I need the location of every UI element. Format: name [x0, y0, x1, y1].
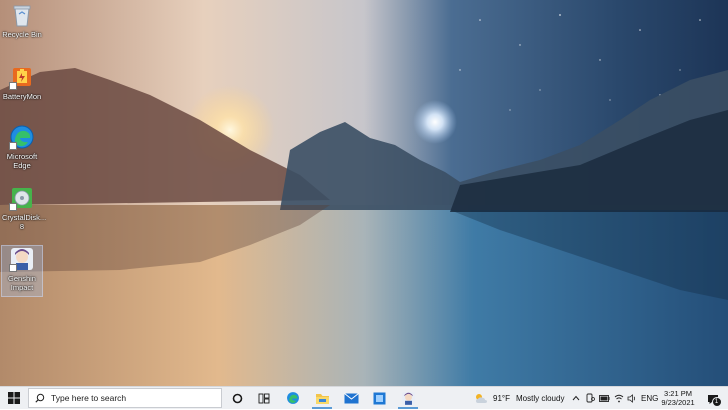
weather-temperature: 91°F [493, 393, 510, 403]
desktop-icon-recycle-bin[interactable]: Recycle Bin [2, 2, 42, 39]
language-indicator[interactable]: ENG [641, 394, 658, 403]
edge-icon [9, 124, 35, 150]
desktop-icon-label: CrystalDisk... 8 [2, 213, 47, 231]
shortcut-arrow-icon [9, 142, 17, 150]
volume-button[interactable] [625, 387, 638, 409]
shortcut-arrow-icon [9, 264, 17, 272]
recycle-bin-icon [9, 2, 35, 28]
device-icon [586, 393, 595, 403]
clock-time: 3:21 PM [664, 389, 692, 398]
search-icon [35, 393, 45, 403]
show-hidden-icons-button[interactable] [570, 387, 582, 409]
genshin-icon [401, 391, 415, 405]
notification-center-button[interactable]: 1 [701, 387, 726, 409]
notification-badge: 1 [711, 396, 722, 407]
weather-widget[interactable]: 91°F Mostly cloudy [474, 387, 566, 409]
taskbar-edge[interactable] [281, 387, 305, 409]
cortana-button[interactable] [226, 387, 248, 409]
edge-icon [287, 392, 299, 404]
battery-button[interactable] [598, 387, 611, 409]
taskbar-app[interactable] [367, 387, 391, 409]
taskbar: Type here to search 91°F Mostly cloudy E… [0, 386, 728, 409]
desktop: Recycle Bin BatteryMon Microsoft Edge Cr… [0, 0, 728, 386]
chevron-up-icon [572, 395, 580, 401]
shortcut-arrow-icon [9, 203, 17, 211]
mail-icon [343, 392, 359, 403]
taskbar-file-explorer[interactable] [309, 387, 335, 409]
desktop-icon-label: Genshin Impact [8, 274, 36, 292]
desktop-icon-genshin[interactable]: Genshin Impact [1, 245, 43, 297]
task-view-icon [258, 393, 270, 403]
file-explorer-icon [315, 393, 329, 404]
notification-icon: 1 [707, 392, 722, 407]
task-view-button[interactable] [253, 387, 275, 409]
cortana-icon [232, 393, 242, 403]
desktop-icon-batterymon[interactable]: BatteryMon [2, 64, 42, 101]
weather-description: Mostly cloudy [515, 393, 565, 403]
search-box[interactable]: Type here to search [28, 388, 222, 408]
battery-icon [599, 394, 610, 402]
start-button[interactable] [0, 387, 28, 409]
wifi-icon [614, 394, 623, 402]
crystaldisk-icon [9, 185, 35, 211]
batterymon-icon [9, 64, 35, 90]
desktop-icon-label: Recycle Bin [2, 30, 42, 39]
desktop-icon-label: Microsoft Edge [6, 152, 38, 170]
partly-cloudy-icon [476, 393, 487, 403]
windows-logo-icon [8, 392, 20, 404]
genshin-icon [9, 246, 35, 272]
tray-device-button[interactable] [584, 387, 596, 409]
shortcut-arrow-icon [9, 82, 17, 90]
taskbar-mail[interactable] [339, 387, 363, 409]
clock-date: 9/23/2021 [661, 398, 695, 407]
network-button[interactable] [612, 387, 625, 409]
taskbar-genshin[interactable] [395, 387, 421, 409]
desktop-icon-edge[interactable]: Microsoft Edge [2, 124, 42, 170]
wallpaper [0, 0, 728, 386]
desktop-icon-label: BatteryMon [2, 92, 42, 101]
app-icon [373, 392, 385, 404]
clock[interactable]: 3:21 PM 9/23/2021 [658, 387, 698, 409]
speaker-icon [627, 393, 635, 403]
desktop-icon-crystaldisk[interactable]: CrystalDisk... 8 [2, 185, 47, 231]
search-placeholder: Type here to search [51, 393, 127, 403]
